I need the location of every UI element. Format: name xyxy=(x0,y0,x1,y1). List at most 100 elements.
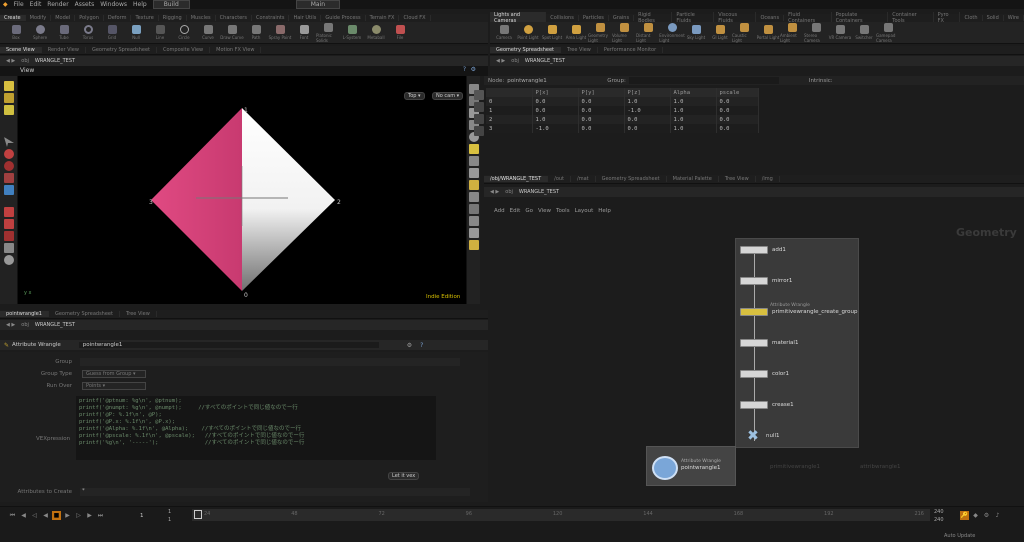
path-node[interactable]: WRANGLE_TEST xyxy=(525,58,565,64)
pointer-icon[interactable] xyxy=(4,137,14,147)
shelf-tab[interactable]: Modify xyxy=(26,15,52,21)
menu-render[interactable]: Render xyxy=(47,1,68,8)
menu-edit[interactable]: Edit xyxy=(510,208,521,214)
shelf-tab[interactable]: Cloud FX xyxy=(399,15,431,21)
vex-code-editor[interactable]: printf('@ptnum: %g\n', @ptnum); printf('… xyxy=(76,396,436,460)
portal-light-tool[interactable]: Portal Light xyxy=(756,25,780,40)
shelf-tab[interactable]: Guide Process xyxy=(321,15,366,21)
select-tool-icon[interactable] xyxy=(4,81,14,91)
tab-scene-view[interactable]: Scene View xyxy=(0,47,42,53)
ghost-node-label[interactable]: primitivewrangle1 xyxy=(770,464,820,470)
stop-icon[interactable]: ■ xyxy=(52,511,61,520)
scope-icon[interactable]: ⚙ xyxy=(982,511,991,520)
node-add1[interactable]: add1 xyxy=(740,245,786,254)
nav-arrows-icon[interactable]: ◀ ▶ xyxy=(6,322,15,328)
torus-tool[interactable]: Torus xyxy=(76,25,100,40)
column-header[interactable]: pscale xyxy=(716,88,759,97)
node-primitivewrangle-create-group[interactable]: primitivewrangle_create_group xyxy=(740,307,857,316)
shelf-tab[interactable]: Collisions xyxy=(546,15,579,21)
shelf-tab[interactable]: Wire xyxy=(1004,15,1024,21)
null-tool[interactable]: Null xyxy=(124,25,148,40)
menu-add[interactable]: Add xyxy=(494,208,505,214)
column-header[interactable]: P[x] xyxy=(532,88,579,97)
menu-help[interactable]: Help xyxy=(598,208,611,214)
switcher-tool[interactable]: Switcher xyxy=(852,25,876,40)
nav-arrows-icon[interactable]: ◀ ▶ xyxy=(496,58,505,64)
shelf-tab[interactable]: Polygon xyxy=(75,15,104,21)
tab-performance-monitor[interactable]: Performance Monitor xyxy=(598,47,664,53)
auto-update-dropdown[interactable]: Auto Update xyxy=(944,533,975,539)
timeline-track[interactable]: 24 48 72 96 120 144 168 192 216 xyxy=(192,509,930,521)
prev-key-icon[interactable]: ◁ xyxy=(30,511,39,520)
spot-light-tool[interactable]: Spot Light xyxy=(540,25,564,40)
column-header[interactable]: P[y] xyxy=(578,88,625,97)
node-material1[interactable]: material1 xyxy=(740,338,798,347)
tab-tree-view[interactable]: Tree View xyxy=(719,176,756,182)
shelf-tab[interactable]: Rigging xyxy=(159,15,187,21)
shelf-tab[interactable]: Grains xyxy=(609,15,635,21)
node-crease1[interactable]: crease1 xyxy=(740,400,794,409)
platonic-tool[interactable]: Platonic Solids xyxy=(316,22,340,43)
view-dropdown[interactable]: Top ▾ xyxy=(404,92,425,100)
points-mode-icon[interactable] xyxy=(474,90,484,100)
gear-tool-icon[interactable] xyxy=(4,255,14,265)
jump-end-icon[interactable]: ⏭ xyxy=(96,511,105,520)
shelf-tab[interactable]: Texture xyxy=(131,15,159,21)
transform-tool-icon[interactable] xyxy=(4,93,14,103)
play-reverse-icon[interactable]: ◀ xyxy=(41,511,50,520)
grid-tool[interactable]: Grid xyxy=(100,25,124,40)
shelf-tab[interactable]: Create xyxy=(0,15,26,21)
volume-light-tool[interactable]: Volume Light xyxy=(612,22,636,43)
back-arrow-icon[interactable]: ◀ ▶ xyxy=(6,58,15,64)
scale-icon[interactable] xyxy=(4,173,14,183)
menu-help[interactable]: Help xyxy=(133,1,147,8)
menu-file[interactable]: File xyxy=(14,1,24,8)
curve-tool[interactable]: Curve xyxy=(196,25,220,40)
tab-geometry-spreadsheet[interactable]: Geometry Spreadsheet xyxy=(86,47,157,53)
tab-geometry-spreadsheet[interactable]: Geometry Spreadsheet xyxy=(49,311,120,317)
shelf-tab[interactable]: Model xyxy=(51,15,76,21)
path-obj[interactable]: obj xyxy=(505,189,513,195)
menu-assets[interactable]: Assets xyxy=(75,1,95,8)
tab-tree-view[interactable]: Tree View xyxy=(120,311,157,317)
desktop-selector[interactable]: Build xyxy=(152,0,190,9)
tab-tree-view[interactable]: Tree View xyxy=(561,47,598,53)
shelf-tab[interactable]: Hair Utils xyxy=(289,15,322,21)
tab-render-view[interactable]: Render View xyxy=(42,47,86,53)
tab-geometry-spreadsheet[interactable]: Geometry Spreadsheet xyxy=(490,47,562,53)
ghost-node-label[interactable]: attribwrangle1 xyxy=(860,464,900,470)
path-obj[interactable]: obj xyxy=(511,58,519,64)
table-row[interactable]: 0 0.0 0.0 1.0 1.0 0.0 xyxy=(486,97,759,106)
column-header[interactable]: Alpha xyxy=(670,88,717,97)
handle-tool-icon[interactable] xyxy=(4,105,14,115)
spray-paint-tool[interactable]: Spray Paint xyxy=(268,25,292,40)
spreadsheet-table[interactable]: P[x] P[y] P[z] Alpha pscale 0 0.0 0.0 1.0 1.… xyxy=(486,88,759,133)
circle-tool[interactable]: Circle xyxy=(172,25,196,40)
path-obj[interactable]: obj xyxy=(21,322,29,328)
shelf-tab[interactable]: Constraints xyxy=(252,15,290,21)
template-icon[interactable] xyxy=(469,204,479,214)
shelf-tab[interactable]: Characters xyxy=(216,15,252,21)
vr-camera-tool[interactable]: VR Camera xyxy=(828,25,852,40)
shelf-tab[interactable]: Deform xyxy=(104,15,132,21)
key-icon[interactable]: 🔑 xyxy=(960,511,969,520)
point-number-icon[interactable] xyxy=(469,168,479,178)
vertices-mode-icon[interactable] xyxy=(474,102,484,112)
menu-view[interactable]: View xyxy=(538,208,551,214)
move-icon[interactable] xyxy=(4,149,14,159)
camera-dropdown[interactable]: No cam ▾ xyxy=(432,92,464,100)
table-row[interactable]: 3 -1.0 0.0 0.0 1.0 0.0 xyxy=(486,124,759,133)
node-mirror1[interactable]: mirror1 xyxy=(740,276,792,285)
viewport-info-icon[interactable]: ? xyxy=(463,66,466,73)
lsystem-tool[interactable]: L-System xyxy=(340,25,364,40)
selected-node-box[interactable]: Attribute Wrangle pointwrangle1 xyxy=(646,446,736,486)
shelf-tab[interactable]: Cloth xyxy=(960,15,983,21)
ambient-light-tool[interactable]: Ambient Light xyxy=(780,22,804,43)
tab-params[interactable]: pointwrangle1 xyxy=(0,311,49,317)
path-node[interactable]: WRANGLE_TEST xyxy=(35,58,75,64)
viewport-3d[interactable]: 0 3 2 1 Top ▾ No cam ▾ Indie Edition y x xyxy=(18,76,466,304)
tab-network[interactable]: /obj/WRANGLE_TEST xyxy=(484,176,549,182)
geometry-light-tool[interactable]: Geometry Light xyxy=(588,22,612,43)
group-field[interactable] xyxy=(80,358,460,366)
workspace-selector[interactable]: Main xyxy=(295,0,341,9)
